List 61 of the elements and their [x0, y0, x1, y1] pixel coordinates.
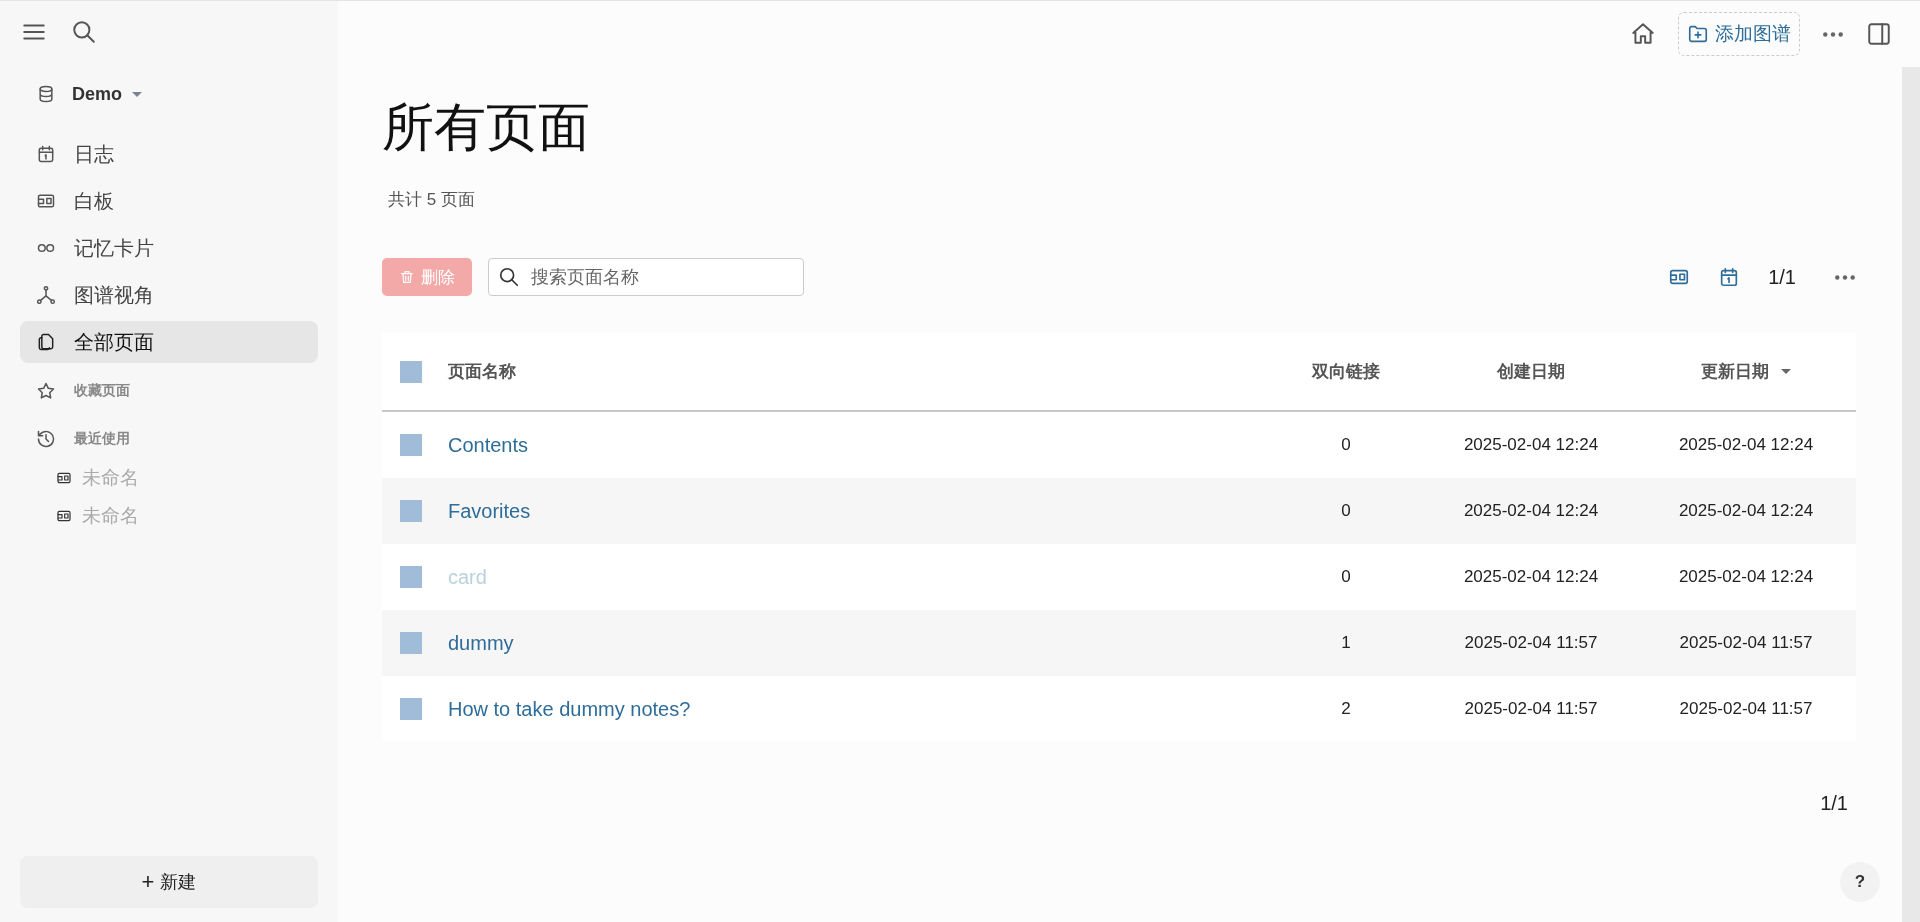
row-checkbox[interactable]: [400, 698, 422, 721]
column-header[interactable]: 双向链接: [1266, 360, 1426, 384]
calendar-icon: [36, 144, 56, 164]
table-cell-text: 2025-02-04 12:24: [1462, 567, 1600, 588]
table-cell-text: 2025-02-04 11:57: [1463, 633, 1599, 654]
table-cell-text: 2: [1340, 699, 1352, 720]
caret-icon: [132, 91, 142, 97]
row-checkbox[interactable]: [400, 632, 422, 655]
column-header[interactable]: 创建日期: [1426, 360, 1636, 384]
row-checkbox[interactable]: [400, 566, 422, 589]
table-cell-text: 2025-02-04 12:24: [1677, 567, 1815, 588]
table-cell-text: 2025-02-04 12:24: [1462, 501, 1600, 522]
page-link[interactable]: Contents: [448, 433, 529, 456]
sidebar-toggle-icon[interactable]: [1866, 21, 1892, 47]
search-icon: [498, 266, 520, 289]
graph-selector[interactable]: Demo: [36, 77, 142, 111]
table-cell-text: 2025-02-04 11:57: [1463, 699, 1599, 720]
page-title: 所有页面: [382, 97, 591, 158]
select-all-checkbox[interactable]: [400, 360, 422, 383]
graph-icon: [36, 285, 56, 305]
home-icon[interactable]: [1630, 21, 1656, 47]
whiteboard-icon: [56, 470, 72, 486]
history-icon: [36, 429, 56, 449]
search-icon[interactable]: [71, 19, 97, 45]
whiteboard-icon: [56, 508, 72, 524]
nav-item[interactable]: 全部页面: [20, 321, 318, 363]
column-header[interactable]: 更新日期: [1636, 360, 1856, 384]
page-indicator: 1/1: [1768, 265, 1796, 289]
page-link[interactable]: How to take dummy notes?: [448, 697, 691, 720]
table-cell-text: 2025-02-04 12:24: [1677, 435, 1815, 456]
table-cell-text: 1: [1340, 633, 1352, 654]
row-checkbox[interactable]: [400, 434, 422, 457]
nav-item[interactable]: 白板: [20, 180, 318, 222]
database-icon: [36, 84, 56, 104]
pages-icon: [36, 332, 56, 352]
trash-icon: [399, 269, 415, 286]
star-icon: [36, 381, 56, 401]
more-icon[interactable]: [1822, 30, 1844, 38]
whiteboard-icon: [36, 191, 56, 211]
page-link[interactable]: Favorites: [448, 499, 531, 522]
table-cell-text: 0: [1340, 567, 1352, 588]
page-indicator: 1/1: [1820, 792, 1848, 816]
folder-plus-icon: [1687, 23, 1709, 45]
page-count: 共计 5 页面: [388, 189, 476, 212]
nav-item[interactable]: 记忆卡片: [20, 227, 318, 269]
row-checkbox[interactable]: [400, 500, 422, 523]
table-cell-text: 2025-02-04 11:57: [1678, 699, 1814, 720]
page-link[interactable]: dummy: [448, 631, 514, 654]
table-cell-text: 2025-02-04 12:24: [1462, 435, 1600, 456]
nav-item[interactable]: 图谱视角: [20, 274, 318, 316]
add-graph-button[interactable]: 添加图谱: [1678, 12, 1800, 56]
column-header[interactable]: 页面名称: [448, 360, 1266, 384]
new-button[interactable]: + 新建: [20, 856, 318, 908]
help-button[interactable]: ?: [1840, 862, 1880, 902]
table-cell-text: 2025-02-04 11:57: [1678, 633, 1814, 654]
nav-item[interactable]: 日志: [20, 133, 318, 175]
search-field[interactable]: 搜索页面名称: [488, 258, 804, 297]
table-cell-text: 2025-02-04 12:24: [1677, 501, 1815, 522]
table-cell-text: 0: [1340, 501, 1352, 522]
more-icon[interactable]: [1834, 273, 1856, 281]
table-cell-text: 0: [1340, 435, 1352, 456]
